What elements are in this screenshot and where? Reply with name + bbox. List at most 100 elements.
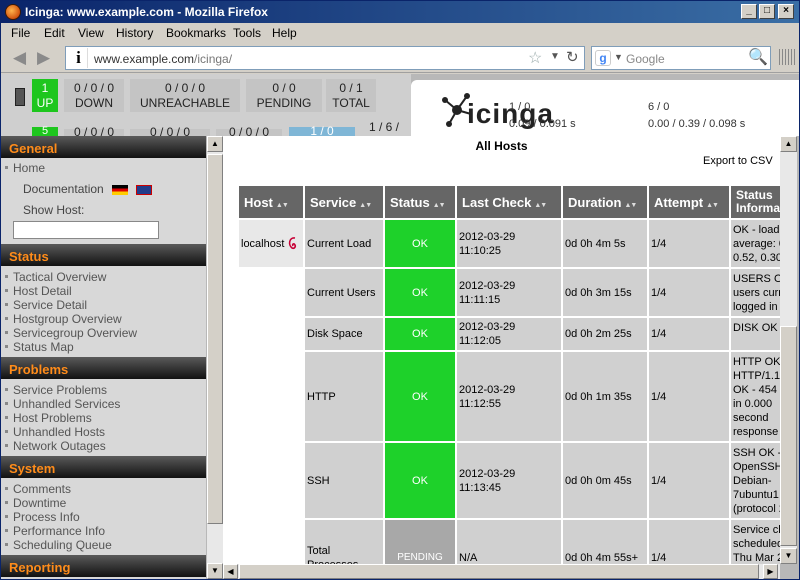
scroll-up-icon[interactable]: ▲ [207, 136, 223, 152]
scroll-up-icon[interactable]: ▲ [780, 136, 797, 152]
status-info-cell: USERS OK - 1 users currently logged in [731, 269, 780, 316]
nav-unhandled-hosts[interactable]: Unhandled Hosts [1, 425, 206, 439]
search-engine-dropdown-icon[interactable]: ▼ [614, 52, 623, 62]
last-check-cell: 2012-03-29 11:12:05 [457, 318, 561, 350]
last-check-cell: 2012-03-29 11:11:15 [457, 269, 561, 316]
english-flag-icon[interactable] [135, 184, 152, 195]
column-header-last-check[interactable]: Last Check ▲▼ [457, 186, 561, 218]
maximize-button[interactable]: □ [759, 4, 775, 19]
last-check-cell: 2012-03-29 11:13:45 [457, 443, 561, 518]
nav-home[interactable]: Home [1, 161, 206, 175]
service-cell[interactable]: Current Users [305, 269, 383, 316]
nav-downtime[interactable]: Downtime [1, 496, 206, 510]
host-total-label: TOTAL [332, 96, 370, 110]
sidebar-scrollbar[interactable]: ▲ ▼ [207, 136, 223, 579]
scroll-down-icon[interactable]: ▼ [207, 563, 223, 579]
service-cell[interactable]: HTTP [305, 352, 383, 441]
sidebar-scroll-thumb[interactable] [207, 154, 223, 524]
main-vertical-scrollbar[interactable]: ▲ ▼ [780, 136, 797, 564]
nav-scheduling-queue[interactable]: Scheduling Queue [1, 538, 206, 552]
nav-comments[interactable]: Comments [1, 482, 206, 496]
search-box[interactable]: g ▼ Google 🔍 [591, 46, 771, 70]
bookmark-star-icon[interactable]: ☆ [528, 48, 542, 68]
url-bar[interactable]: i www.example.com/icinga/ ☆ ▼ ↻ [65, 46, 585, 70]
nav-servicegroup-overview[interactable]: Servicegroup Overview [1, 326, 206, 340]
nav-status-map[interactable]: Status Map [1, 340, 206, 354]
service-cell[interactable]: Disk Space [305, 318, 383, 350]
nav-tactical-overview[interactable]: Tactical Overview [1, 270, 206, 284]
host-cell [239, 520, 303, 564]
url-dropdown-icon[interactable]: ▼ [550, 51, 560, 62]
host-down-status[interactable]: 0 / 0 / 0 DOWN [64, 79, 124, 112]
duration-cell: 0d 0h 4m 55s+ [563, 520, 647, 564]
sort-icon[interactable]: ▲▼ [624, 202, 637, 209]
menu-tools[interactable]: Tools [233, 26, 261, 40]
menu-history[interactable]: History [116, 26, 153, 40]
debian-icon [289, 236, 297, 249]
host-cell [239, 443, 303, 518]
nav-unhandled-services[interactable]: Unhandled Services [1, 397, 206, 411]
nav-host-detail[interactable]: Host Detail [1, 284, 206, 298]
column-header-service[interactable]: Service ▲▼ [305, 186, 383, 218]
host-latency-stat: 0.09 / 0.091 s [509, 118, 576, 130]
url-text[interactable]: www.example.com/icinga/ [94, 52, 232, 66]
duration-cell: 0d 0h 2m 25s [563, 318, 647, 350]
host-up-status[interactable]: 1 UP [32, 79, 58, 112]
main-scroll-thumb[interactable] [780, 326, 797, 546]
site-info-icon[interactable]: i [70, 48, 88, 68]
show-host-input[interactable] [13, 221, 159, 239]
host-pending-status[interactable]: 0 / 0 PENDING [246, 79, 322, 112]
service-cell[interactable]: SSH [305, 443, 383, 518]
german-flag-icon[interactable] [111, 184, 128, 195]
minimize-button[interactable]: _ [741, 4, 757, 19]
close-button[interactable]: × [778, 4, 794, 19]
horizontal-scroll-thumb[interactable] [239, 564, 759, 579]
service-total-status[interactable]: 1 / 6 / [361, 121, 407, 137]
search-icon[interactable]: 🔍 [748, 47, 768, 67]
back-icon[interactable]: ◀ [13, 48, 26, 68]
host-pending-label: PENDING [256, 96, 312, 110]
nav-performance-info[interactable]: Performance Info [1, 524, 206, 538]
column-header-status[interactable]: Status ▲▼ [385, 186, 455, 218]
sort-icon[interactable]: ▲▼ [276, 202, 289, 209]
nav-process-info[interactable]: Process Info [1, 510, 206, 524]
scroll-left-icon[interactable]: ◀ [223, 564, 238, 579]
nav-documentation[interactable]: Documentation [1, 181, 206, 197]
menu-bookmarks[interactable]: Bookmarks [166, 26, 226, 40]
menu-help[interactable]: Help [272, 26, 297, 40]
google-icon[interactable]: g [595, 50, 611, 66]
nav-service-detail[interactable]: Service Detail [1, 298, 206, 312]
service-cell[interactable]: Total Processes [305, 520, 383, 564]
sidebar: General Home Documentation Show Host: St… [1, 136, 206, 579]
main-horizontal-scrollbar[interactable]: ◀ ▶ [223, 564, 780, 579]
scroll-down-icon[interactable]: ▼ [780, 548, 797, 564]
host-cell [239, 352, 303, 441]
nav-service-problems[interactable]: Service Problems [1, 383, 206, 397]
scroll-right-icon[interactable]: ▶ [763, 564, 778, 579]
reload-icon[interactable]: ↻ [566, 48, 579, 66]
duration-cell: 0d 0h 0m 45s [563, 443, 647, 518]
nav-host-problems[interactable]: Host Problems [1, 411, 206, 425]
status-cell: OK [385, 269, 455, 316]
sort-icon[interactable]: ▲▼ [433, 202, 446, 209]
host-up-label: UP [36, 96, 54, 110]
column-header-attempt[interactable]: Attempt ▲▼ [649, 186, 729, 218]
section-problems-heading: Problems [1, 357, 206, 379]
menu-file[interactable]: File [11, 26, 30, 40]
forward-icon[interactable]: ▶ [37, 48, 50, 68]
menu-edit[interactable]: Edit [44, 26, 65, 40]
column-header-duration[interactable]: Duration ▲▼ [563, 186, 647, 218]
nav-network-outages[interactable]: Network Outages [1, 439, 206, 453]
export-csv-link[interactable]: Export to CSV [703, 155, 773, 167]
menu-view[interactable]: View [78, 26, 104, 40]
host-cell[interactable]: localhost [239, 220, 303, 267]
column-header-host[interactable]: Host ▲▼ [239, 186, 303, 218]
sort-icon[interactable]: ▲▼ [706, 202, 719, 209]
host-unreachable-status[interactable]: 0 / 0 / 0 UNREACHABLE [130, 79, 240, 112]
sort-icon[interactable]: ▲▼ [534, 202, 547, 209]
host-total-status[interactable]: 0 / 1 TOTAL [326, 79, 376, 112]
service-cell[interactable]: Current Load [305, 220, 383, 267]
table-header-row: Host ▲▼ Service ▲▼ Status ▲▼ Last Check ▲▼ D… [239, 186, 780, 218]
sort-icon[interactable]: ▲▼ [359, 202, 372, 209]
nav-hostgroup-overview[interactable]: Hostgroup Overview [1, 312, 206, 326]
